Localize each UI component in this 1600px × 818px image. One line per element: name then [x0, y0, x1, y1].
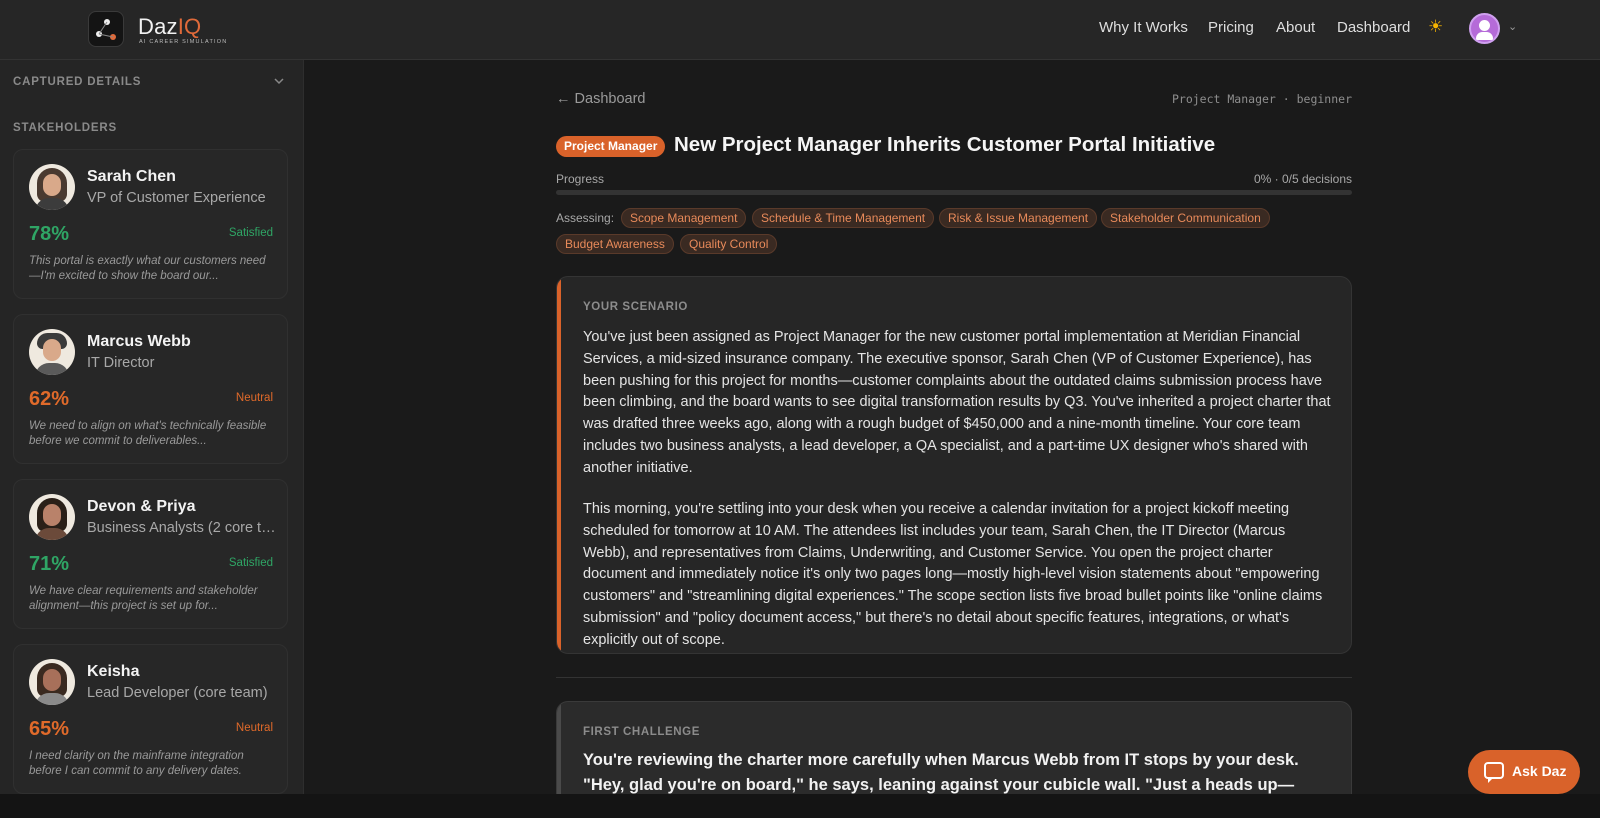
progress-bar: [556, 190, 1352, 195]
scenario-accent-bar: [557, 277, 561, 653]
sidebar: CAPTURED DETAILS STAKEHOLDERS Sarah Chen…: [0, 60, 304, 794]
nav-why-it-works[interactable]: Why It Works: [1099, 19, 1188, 36]
role-badge: Project Manager: [556, 136, 666, 157]
avatar: [29, 329, 75, 375]
stakeholder-name: Marcus Webb: [87, 333, 191, 350]
stakeholder-role: VP of Customer Experience: [87, 190, 266, 206]
stakeholder-role: Business Analysts (2 core team): [87, 520, 277, 536]
scenario-card: YOUR SCENARIO You've just been assigned …: [556, 276, 1352, 654]
bottom-bar: [0, 794, 1600, 818]
brand-tagline: AI CAREER SIMULATION: [139, 39, 228, 45]
sun-icon[interactable]: ☀: [1428, 17, 1443, 37]
assessing-label: Assessing:: [556, 211, 615, 225]
chevron-down-icon[interactable]: [272, 74, 286, 88]
stakeholder-quote: I need clarity on the mainframe integrat…: [29, 750, 244, 777]
nav-dashboard[interactable]: Dashboard: [1337, 19, 1410, 36]
stakeholder-name: Devon & Priya: [87, 498, 196, 515]
stakeholder-card[interactable]: Marcus Webb IT Director 62% Neutral We n…: [13, 314, 288, 464]
role-level-meta: Project Manager · beginner: [1171, 92, 1352, 106]
stakeholder-card[interactable]: Sarah Chen VP of Customer Experience 78%…: [13, 149, 288, 299]
challenge-label: FIRST CHALLENGE: [583, 726, 700, 738]
skill-chip: Stakeholder Communication: [1101, 208, 1270, 228]
scenario-paragraph: You've just been assigned as Project Man…: [583, 329, 1331, 476]
progress-label: Progress: [556, 172, 605, 186]
satisfaction-score: 65%: [29, 718, 70, 740]
avatar: [29, 659, 75, 705]
ask-daz-button[interactable]: Ask Daz: [1468, 750, 1580, 794]
stakeholder-role: IT Director: [87, 355, 155, 371]
stakeholder-name: Sarah Chen: [87, 168, 176, 185]
brand-suffix: IQ: [177, 14, 202, 39]
stakeholder-card[interactable]: Keisha Lead Developer (core team) 65% Ne…: [13, 644, 288, 794]
brand-logo[interactable]: DazIQ: [138, 14, 201, 40]
divider: [556, 677, 1352, 678]
user-avatar-icon[interactable]: [1469, 13, 1500, 44]
satisfaction-score: 78%: [29, 223, 70, 245]
brand-prefix: Daz: [138, 14, 178, 39]
page-title: New Project Manager Inherits Customer Po…: [674, 133, 1216, 156]
skill-chip: Quality Control: [680, 234, 778, 254]
skill-chip: Budget Awareness: [556, 234, 674, 254]
nav-about[interactable]: About: [1276, 19, 1315, 36]
avatar: [29, 494, 75, 540]
status-badge: Neutral: [235, 392, 273, 404]
stakeholder-role: Lead Developer (core team): [87, 685, 268, 701]
chat-icon: [1484, 762, 1504, 783]
chevron-down-icon[interactable]: ⌄: [1508, 20, 1517, 33]
satisfaction-score: 71%: [29, 553, 70, 575]
satisfaction-score: 62%: [29, 388, 70, 410]
ask-daz-label: Ask Daz: [1512, 763, 1567, 779]
stakeholders-heading: STAKEHOLDERS: [13, 122, 117, 134]
scenario-paragraph: This morning, you're settling into your …: [583, 501, 1323, 648]
scenario-label: YOUR SCENARIO: [583, 301, 688, 313]
stakeholder-quote: This portal is exactly what our customer…: [29, 255, 266, 282]
stakeholder-quote: We have clear requirements and stakehold…: [29, 585, 258, 612]
skill-chip: Scope Management: [621, 208, 747, 228]
top-nav: DazIQ AI CAREER SIMULATION Why It Works …: [0, 0, 1600, 60]
nav-pricing[interactable]: Pricing: [1208, 19, 1254, 36]
status-badge: Neutral: [235, 722, 273, 734]
avatar: [29, 164, 75, 210]
captured-details-heading[interactable]: CAPTURED DETAILS: [13, 76, 141, 88]
stakeholder-card[interactable]: Devon & Priya Business Analysts (2 core …: [13, 479, 288, 629]
stakeholder-name: Keisha: [87, 663, 140, 680]
logo-icon[interactable]: [88, 11, 124, 47]
status-badge: Satisfied: [228, 227, 273, 239]
back-to-dashboard-link[interactable]: ← Dashboard: [556, 91, 645, 107]
progress-text: 0% · 0/5 decisions: [1253, 172, 1352, 186]
status-badge: Satisfied: [228, 557, 273, 569]
skill-chip: Schedule & Time Management: [752, 208, 935, 228]
stakeholder-quote: We need to align on what's technically f…: [29, 420, 267, 447]
skill-chip: Risk & Issue Management: [939, 208, 1098, 228]
